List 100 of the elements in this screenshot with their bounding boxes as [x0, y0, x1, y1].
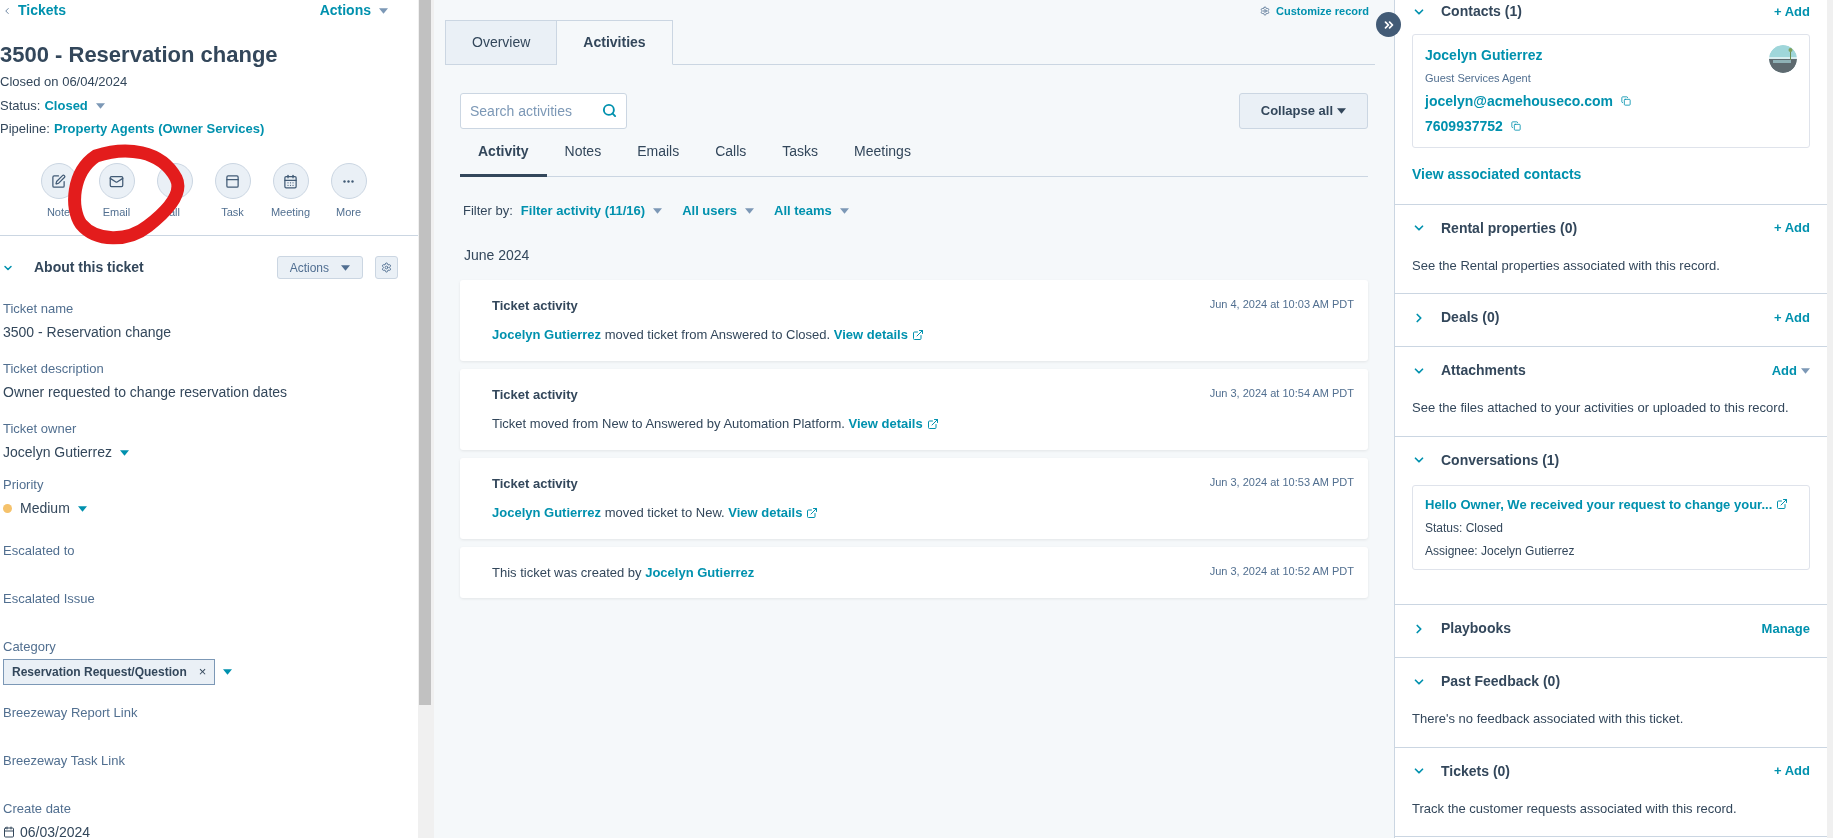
- activity-tab[interactable]: Tasks: [764, 141, 837, 177]
- owner-dropdown[interactable]: Jocelyn Gutierrez: [3, 442, 129, 463]
- actions-button[interactable]: Actions: [276, 256, 363, 279]
- caret-icon: [1337, 108, 1346, 114]
- tab[interactable]: Overview: [445, 20, 558, 65]
- external-link-icon: [1776, 498, 1789, 511]
- section-title[interactable]: About this ticket: [34, 257, 144, 278]
- field-label: Category: [3, 639, 57, 654]
- month-heading: June 2024: [464, 245, 531, 265]
- field-value: Owner requested to change reservation dates: [3, 383, 289, 402]
- activity-tab[interactable]: Notes: [546, 141, 620, 177]
- calendar-icon: [3, 826, 15, 838]
- activity-tab[interactable]: Emails: [619, 141, 698, 177]
- section-action-link[interactable]: + Add: [1774, 1, 1810, 22]
- scrollbar[interactable]: [418, 0, 434, 838]
- external-link-icon: [806, 506, 819, 519]
- pipeline-link[interactable]: Property Agents (Owner Services): [53, 119, 265, 139]
- conversation-link[interactable]: Hello Owner, We received your request to change your...: [1425, 494, 1773, 514]
- closed-date: Closed on 06/04/2024: [0, 73, 129, 91]
- actions-link[interactable]: Actions: [319, 0, 388, 21]
- collapse-all-button[interactable]: Collapse all: [1238, 93, 1368, 129]
- activity-text: This ticket was created by Jocelyn Gutierrez: [492, 562, 755, 582]
- section-action-link[interactable]: Manage: [1761, 618, 1810, 639]
- copy-icon: [1620, 96, 1631, 106]
- filter-label: Filter by:: [463, 202, 513, 220]
- filter-dropdown[interactable]: All teams: [774, 201, 849, 221]
- task-icon: [225, 173, 240, 189]
- contact-role: Guest Services Agent: [1425, 71, 1532, 86]
- tab[interactable]: Activities: [557, 20, 673, 65]
- contact-phone[interactable]: 7609937752: [1425, 115, 1503, 137]
- section-title[interactable]: Contacts (1): [1441, 1, 1522, 22]
- caret-icon: [653, 207, 663, 214]
- pipeline-label: Pipeline:: [0, 120, 50, 139]
- settings-icon: [381, 262, 392, 273]
- view-contacts-link[interactable]: View associated contacts: [1412, 165, 1582, 182]
- settings-button[interactable]: [375, 256, 398, 279]
- activity-text: Jocelyn Gutierrez moved ticket to New. View details: [492, 503, 819, 523]
- ticket-title: 3500 - Reservation change: [0, 41, 279, 69]
- section-description: Track the customer requests associated with this record.: [1412, 799, 1738, 818]
- contact-name[interactable]: Jocelyn Gutierrez: [1425, 45, 1631, 66]
- section-action-link[interactable]: Add: [1771, 360, 1810, 381]
- contact-email[interactable]: jocelyn@acmehouseco.com: [1425, 90, 1613, 112]
- section-description: See the files attached to your activities or uploaded to this record.: [1412, 399, 1790, 417]
- field-label: Create date: [3, 800, 72, 816]
- field-label: Ticket description: [3, 361, 105, 376]
- activity-tab[interactable]: Calls: [697, 141, 765, 177]
- filter-dropdown[interactable]: Filter activity (11/16): [520, 201, 663, 221]
- section-title[interactable]: Deals (0): [1441, 307, 1500, 328]
- field-value: 3500 - Reservation change: [3, 323, 173, 342]
- quick-action-button[interactable]: [214, 163, 251, 199]
- caret-icon: [95, 103, 105, 109]
- activity-time: Jun 3, 2024 at 10:53 AM PDT: [1209, 474, 1354, 490]
- section-title[interactable]: Past Feedback (0): [1441, 671, 1561, 692]
- caret-icon: [745, 207, 755, 214]
- activity-time: Jun 4, 2024 at 10:03 AM PDT: [1209, 296, 1354, 312]
- view-details-link[interactable]: View details: [833, 325, 924, 345]
- activity-tab[interactable]: Activity: [460, 141, 547, 177]
- field-label: Ticket owner: [3, 421, 78, 436]
- search-icon: [602, 103, 617, 118]
- filter-dropdown[interactable]: All users: [682, 201, 755, 221]
- view-details-link[interactable]: View details: [848, 414, 939, 434]
- settings-icon: [1260, 6, 1271, 16]
- more-icon: [343, 179, 354, 183]
- quick-action-label: Note: [46, 205, 71, 219]
- section-action-link[interactable]: + Add: [1774, 218, 1810, 238]
- external-link-icon: [926, 417, 939, 430]
- external-link-icon: [911, 328, 924, 341]
- section-action-link[interactable]: + Add: [1774, 761, 1810, 781]
- status-label: Status:: [0, 97, 41, 116]
- quick-action-label: Task: [221, 205, 244, 219]
- back-link[interactable]: Tickets: [2, 0, 66, 21]
- caret-icon: [839, 207, 849, 214]
- activity-text: Jocelyn Gutierrez moved ticket from Answered to Closed. View details: [492, 325, 924, 345]
- section-action-link[interactable]: + Add: [1774, 307, 1810, 328]
- field-label: Escalated to: [3, 543, 76, 558]
- status-dropdown[interactable]: Closed: [44, 96, 105, 116]
- quick-action-button[interactable]: [98, 163, 135, 199]
- priority-dropdown[interactable]: Medium: [20, 498, 87, 519]
- user-link[interactable]: Jocelyn Gutierrez: [492, 503, 602, 523]
- quick-action-label: Meeting: [270, 205, 311, 219]
- section-title[interactable]: Rental properties (0): [1441, 217, 1578, 239]
- section-title[interactable]: Playbooks: [1441, 618, 1512, 639]
- user-link[interactable]: Jocelyn Gutierrez: [645, 562, 755, 582]
- quick-action-label: More: [335, 205, 362, 219]
- caret-icon: [1801, 367, 1810, 374]
- activity-tab[interactable]: Meetings: [836, 141, 929, 177]
- section-title[interactable]: Attachments: [1441, 360, 1526, 381]
- search-field[interactable]: Search activities: [460, 93, 627, 129]
- caret-icon: [119, 449, 129, 456]
- field-value: 06/03/2024: [20, 822, 91, 838]
- user-link[interactable]: Jocelyn Gutierrez: [492, 325, 602, 345]
- section-title[interactable]: Conversations (1): [1441, 449, 1560, 471]
- remove-icon[interactable]: ×: [198, 662, 207, 682]
- section-description: See the Rental properties associated with this record.: [1412, 256, 1721, 275]
- caret-icon: [379, 7, 388, 14]
- caret-icon: [77, 505, 87, 512]
- view-details-link[interactable]: View details: [728, 503, 819, 523]
- quick-action-button[interactable]: [272, 163, 309, 199]
- section-title[interactable]: Tickets (0): [1441, 760, 1510, 782]
- customize-link[interactable]: Customize record: [1276, 2, 1369, 20]
